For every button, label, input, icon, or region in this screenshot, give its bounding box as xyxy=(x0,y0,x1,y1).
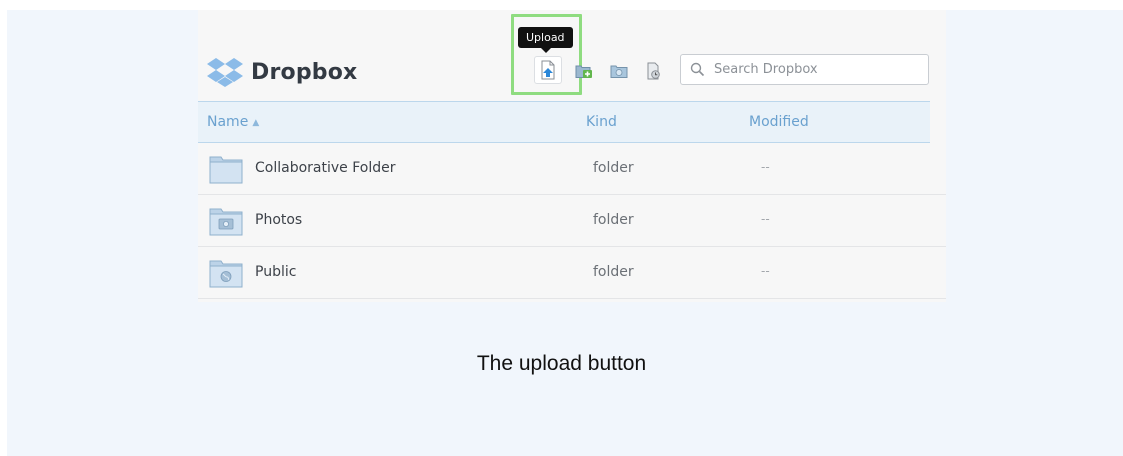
file-modified: -- xyxy=(761,264,770,278)
file-list-header: Name ▲ Kind Modified xyxy=(198,101,930,143)
photos-folder-icon xyxy=(209,208,243,236)
new-shared-folder-icon xyxy=(575,65,592,78)
upload-icon xyxy=(541,60,555,80)
new-folder-button[interactable] xyxy=(609,60,629,82)
file-name[interactable]: Collaborative Folder xyxy=(255,160,395,176)
column-header-kind[interactable]: Kind xyxy=(586,114,617,130)
file-row-photos[interactable]: Photos folder -- xyxy=(198,195,946,247)
new-folder-icon xyxy=(610,65,628,78)
app-name: Dropbox xyxy=(251,59,358,85)
file-kind: folder xyxy=(593,160,634,176)
file-name[interactable]: Photos xyxy=(255,212,302,228)
search-box[interactable] xyxy=(680,54,929,85)
show-deleted-files-icon xyxy=(647,62,660,80)
show-deleted-files-button[interactable] xyxy=(643,60,663,82)
caption: The upload button xyxy=(476,352,647,375)
dropbox-logo[interactable]: Dropbox xyxy=(206,52,357,92)
public-folder-icon xyxy=(209,260,243,288)
folder-icon xyxy=(209,156,243,184)
file-modified: -- xyxy=(761,212,770,226)
column-header-name[interactable]: Name ▲ xyxy=(207,114,259,130)
file-row-public[interactable]: Public folder -- xyxy=(198,247,946,299)
file-modified: -- xyxy=(761,160,770,174)
column-header-modified[interactable]: Modified xyxy=(749,114,809,130)
search-icon xyxy=(690,62,705,77)
search-input[interactable] xyxy=(712,61,916,78)
file-row-collaborative-folder[interactable]: Collaborative Folder folder -- xyxy=(198,143,946,195)
sort-ascending-icon: ▲ xyxy=(252,118,260,128)
file-kind: folder xyxy=(593,212,634,228)
upload-button[interactable] xyxy=(534,56,562,84)
file-kind: folder xyxy=(593,264,634,280)
file-name[interactable]: Public xyxy=(255,264,296,280)
column-header-name-label: Name xyxy=(207,114,249,130)
upload-tooltip: Upload xyxy=(518,27,573,53)
new-shared-folder-button[interactable] xyxy=(574,60,594,82)
dropbox-logo-icon xyxy=(207,58,243,87)
